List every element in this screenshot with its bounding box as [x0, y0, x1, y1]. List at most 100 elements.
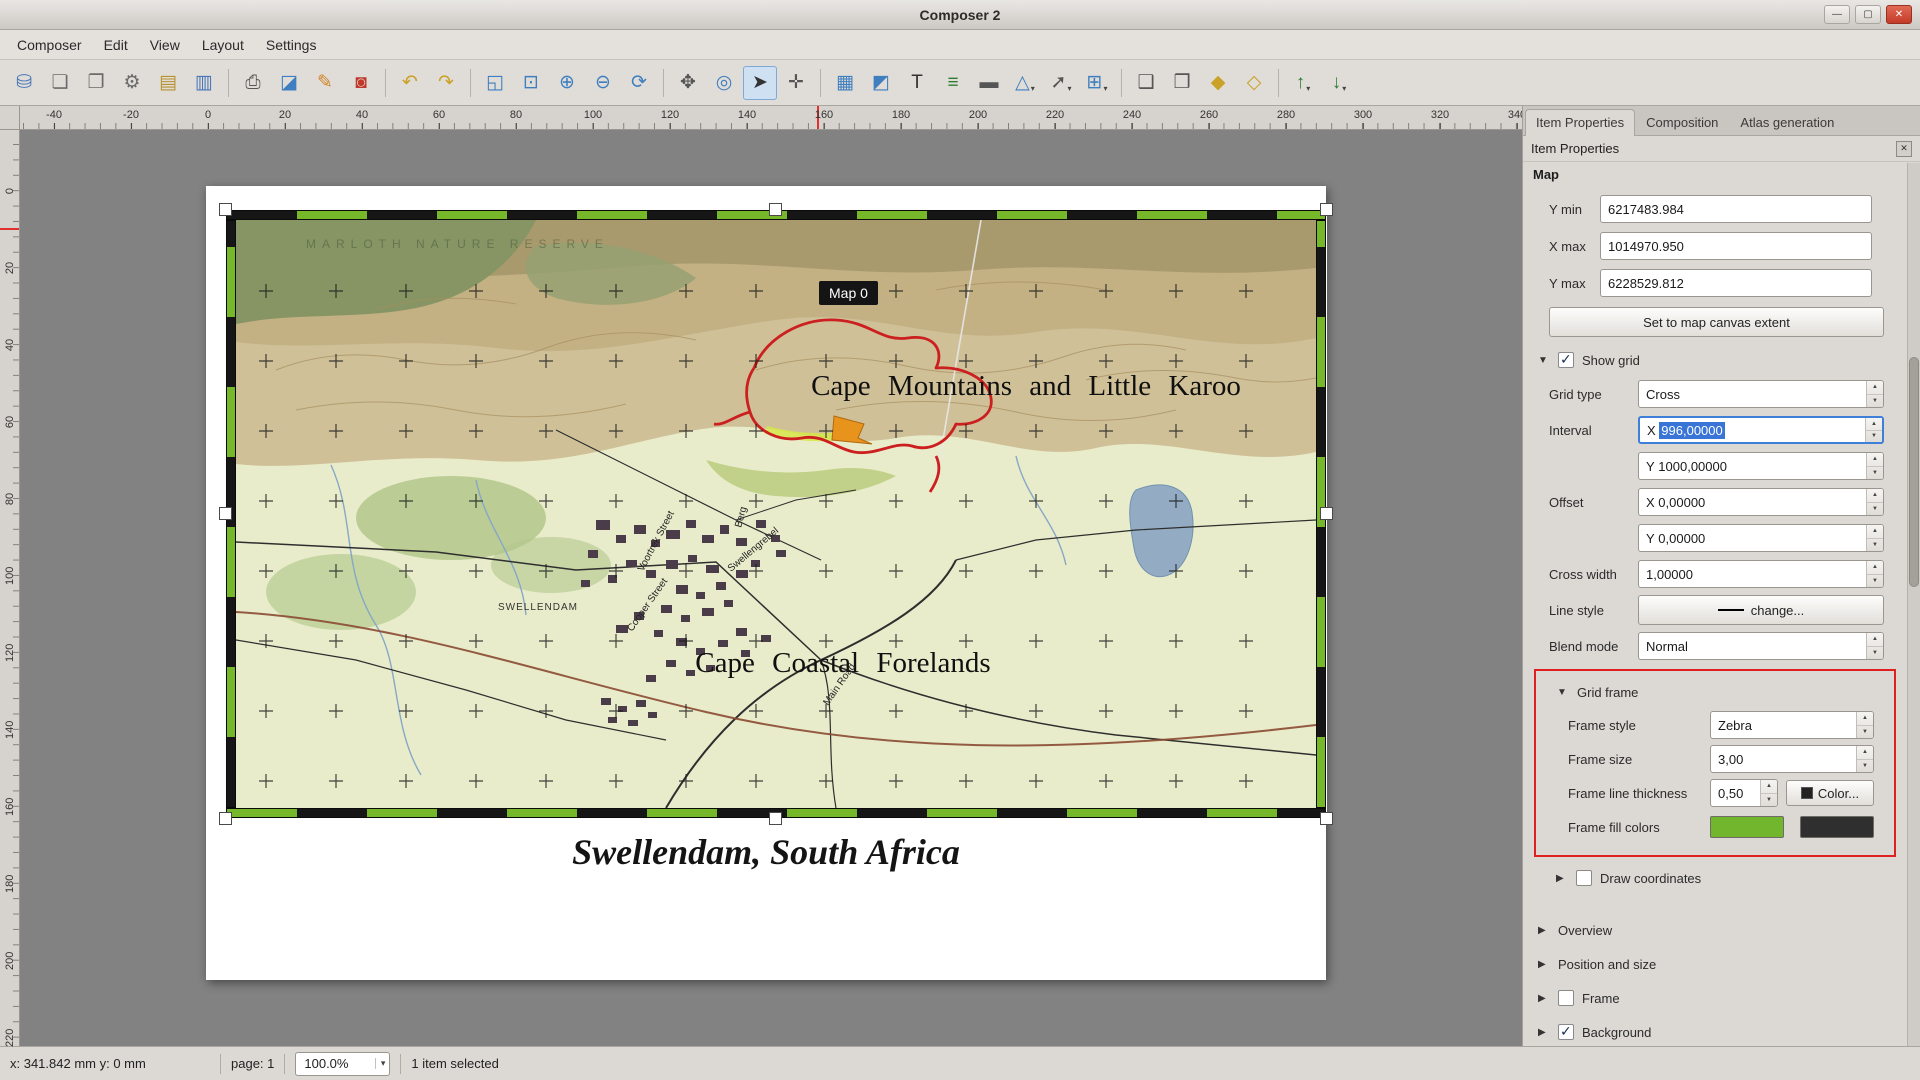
- spin-up-icon[interactable]: ▲: [1857, 712, 1873, 726]
- interval-y-spinbox[interactable]: Y 1000,00000 ▲▼: [1638, 452, 1884, 480]
- move-item-content-button[interactable]: ✛: [779, 66, 813, 100]
- blend-mode-combo[interactable]: Normal ▲▼: [1638, 632, 1884, 660]
- add-label-button[interactable]: T: [900, 66, 934, 100]
- selection-handle-middle-right[interactable]: [1320, 507, 1333, 520]
- add-legend-button[interactable]: ≡: [936, 66, 970, 100]
- overview-expander-icon[interactable]: ▶: [1538, 925, 1550, 936]
- spin-up-icon[interactable]: ▲: [1867, 561, 1883, 575]
- add-arrow-button[interactable]: ➚▾: [1044, 66, 1078, 100]
- menu-composer[interactable]: Composer: [6, 33, 93, 57]
- zoom-tool-button[interactable]: ◎: [707, 66, 741, 100]
- zoom-full-button[interactable]: ◱: [478, 66, 512, 100]
- spin-down-icon[interactable]: ▼: [1867, 575, 1883, 588]
- refresh-view-button[interactable]: ⟳: [622, 66, 656, 100]
- spin-down-icon[interactable]: ▼: [1867, 467, 1883, 480]
- unlock-items-button[interactable]: ◇: [1237, 66, 1271, 100]
- ungroup-items-button[interactable]: ❒: [1165, 66, 1199, 100]
- grid-type-combo[interactable]: Cross ▲▼: [1638, 380, 1884, 408]
- background-expander-icon[interactable]: ▶: [1538, 1027, 1550, 1038]
- frame-line-thickness-spinbox[interactable]: 0,50 ▲▼: [1710, 779, 1778, 807]
- position-size-expander-icon[interactable]: ▶: [1538, 959, 1550, 970]
- add-attribute-table-button[interactable]: ⊞▾: [1080, 66, 1114, 100]
- spin-down-icon[interactable]: ▼: [1867, 395, 1883, 408]
- spin-up-icon[interactable]: ▲: [1867, 453, 1883, 467]
- menu-settings[interactable]: Settings: [255, 33, 328, 57]
- menu-edit[interactable]: Edit: [93, 33, 139, 57]
- spin-up-icon[interactable]: ▲: [1867, 489, 1883, 503]
- close-button[interactable]: ✕: [1886, 5, 1912, 24]
- spin-up-icon[interactable]: ▲: [1867, 633, 1883, 647]
- duplicate-composer-button[interactable]: ❐: [79, 66, 113, 100]
- zoom-100-button[interactable]: ⊡: [514, 66, 548, 100]
- ymax-input[interactable]: [1600, 269, 1872, 297]
- frame-style-combo[interactable]: Zebra ▲▼: [1710, 711, 1874, 739]
- add-shape-button[interactable]: △▾: [1008, 66, 1042, 100]
- spin-up-icon[interactable]: ▲: [1857, 746, 1873, 760]
- tab-atlas-generation[interactable]: Atlas generation: [1729, 109, 1845, 135]
- show-grid-expander-icon[interactable]: ▼: [1538, 355, 1550, 366]
- interval-x-spinbox[interactable]: X 996,00000 ▲▼: [1638, 416, 1884, 444]
- cross-width-spinbox[interactable]: 1,00000 ▲▼: [1638, 560, 1884, 588]
- lock-items-button[interactable]: ◆: [1201, 66, 1235, 100]
- maximize-button[interactable]: ▢: [1855, 5, 1881, 24]
- spin-up-icon[interactable]: ▲: [1867, 525, 1883, 539]
- minimize-button[interactable]: —: [1824, 5, 1850, 24]
- tab-composition[interactable]: Composition: [1635, 109, 1729, 135]
- offset-x-spinbox[interactable]: X 0,00000 ▲▼: [1638, 488, 1884, 516]
- pan-composer-button[interactable]: ✥: [671, 66, 705, 100]
- map-item[interactable]: MARLOTH NATURE RESERVE Cape Mountains an…: [236, 220, 1316, 808]
- spin-down-icon[interactable]: ▼: [1761, 794, 1777, 807]
- panel-scrollbar[interactable]: [1907, 163, 1920, 1046]
- selection-handle-bottom-left[interactable]: [219, 812, 232, 825]
- panel-close-icon[interactable]: ✕: [1896, 141, 1912, 157]
- load-from-template-button[interactable]: ▤: [151, 66, 185, 100]
- tab-item-properties[interactable]: Item Properties: [1525, 109, 1635, 136]
- selection-handle-middle-left[interactable]: [219, 507, 232, 520]
- add-new-map-button[interactable]: ▦: [828, 66, 862, 100]
- undo-button[interactable]: ↶: [393, 66, 427, 100]
- line-style-change-button[interactable]: change...: [1638, 595, 1884, 625]
- export-as-image-button[interactable]: ◪: [272, 66, 306, 100]
- spin-up-icon[interactable]: ▲: [1867, 381, 1883, 395]
- spin-down-icon[interactable]: ▼: [1867, 539, 1883, 552]
- zoom-level-combo[interactable]: 100.0% ▾: [295, 1052, 390, 1076]
- composition-canvas[interactable]: MARLOTH NATURE RESERVE Cape Mountains an…: [20, 130, 1522, 1046]
- group-items-button[interactable]: ❑: [1129, 66, 1163, 100]
- spin-down-icon[interactable]: ▼: [1857, 726, 1873, 739]
- offset-y-spinbox[interactable]: Y 0,00000 ▲▼: [1638, 524, 1884, 552]
- selection-handle-top-left[interactable]: [219, 203, 232, 216]
- selection-handle-top-center[interactable]: [769, 203, 782, 216]
- composition-title-label[interactable]: Swellendam, South Africa: [206, 831, 1326, 873]
- set-extent-button[interactable]: Set to map canvas extent: [1549, 307, 1884, 337]
- composition-page[interactable]: MARLOTH NATURE RESERVE Cape Mountains an…: [206, 186, 1326, 980]
- spin-down-icon[interactable]: ▼: [1866, 431, 1882, 443]
- print-button[interactable]: ⎙: [236, 66, 270, 100]
- menu-layout[interactable]: Layout: [191, 33, 255, 57]
- draw-coordinates-expander-icon[interactable]: ▶: [1556, 873, 1568, 884]
- lower-items-button[interactable]: ↓▾: [1322, 66, 1356, 100]
- raise-items-button[interactable]: ↑▾: [1286, 66, 1320, 100]
- spin-down-icon[interactable]: ▼: [1867, 647, 1883, 660]
- ymin-input[interactable]: [1600, 195, 1872, 223]
- save-as-template-button[interactable]: ▥: [187, 66, 221, 100]
- spin-down-icon[interactable]: ▼: [1857, 760, 1873, 773]
- save-project-button[interactable]: ⛁: [7, 66, 41, 100]
- selection-handle-top-right[interactable]: [1320, 203, 1333, 216]
- draw-coordinates-checkbox[interactable]: [1576, 870, 1592, 886]
- grid-frame-expander-icon[interactable]: ▼: [1557, 687, 1569, 698]
- new-composer-button[interactable]: ❏: [43, 66, 77, 100]
- add-image-button[interactable]: ◩: [864, 66, 898, 100]
- zoom-out-button[interactable]: ⊖: [586, 66, 620, 100]
- zoom-in-button[interactable]: ⊕: [550, 66, 584, 100]
- export-as-pdf-button[interactable]: ◙: [344, 66, 378, 100]
- export-as-svg-button[interactable]: ✎: [308, 66, 342, 100]
- frame-color-button[interactable]: Color...: [1786, 780, 1874, 806]
- redo-button[interactable]: ↷: [429, 66, 463, 100]
- frame-checkbox[interactable]: [1558, 990, 1574, 1006]
- scrollbar-thumb[interactable]: [1909, 357, 1919, 587]
- frame-expander-icon[interactable]: ▶: [1538, 993, 1550, 1004]
- selection-handle-bottom-right[interactable]: [1320, 812, 1333, 825]
- background-checkbox[interactable]: [1558, 1024, 1574, 1040]
- add-scalebar-button[interactable]: ▬: [972, 66, 1006, 100]
- menu-view[interactable]: View: [139, 33, 191, 57]
